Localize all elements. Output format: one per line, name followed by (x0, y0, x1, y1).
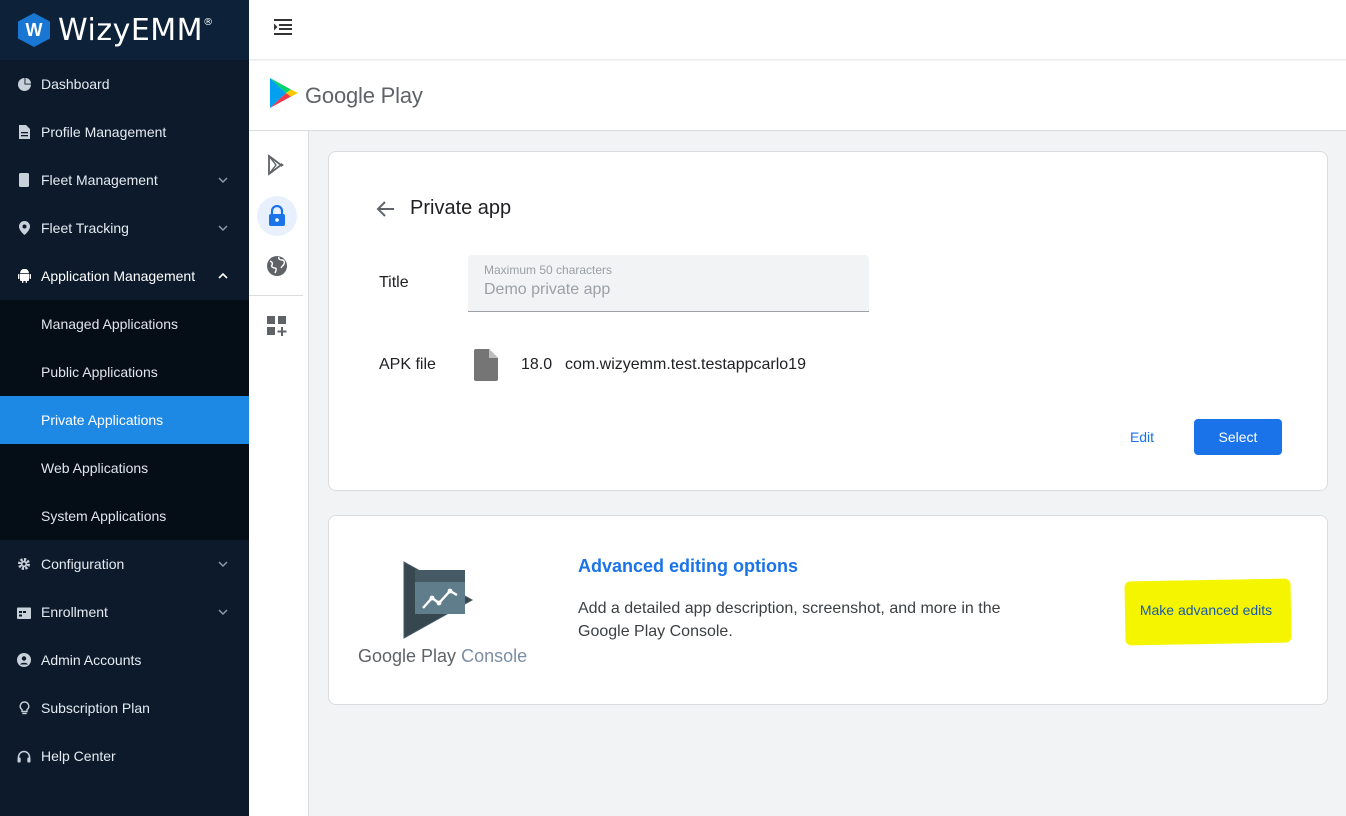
add-widget-icon[interactable] (257, 306, 297, 346)
chevron-down-icon (217, 173, 231, 187)
title-input-value: Demo private app (484, 281, 611, 298)
sidebar-item-label: Admin Accounts (41, 652, 142, 668)
google-play-title: Google Play (305, 82, 423, 108)
apk-version: 18.0 (521, 356, 553, 373)
sidebar-item-dashboard[interactable]: Dashboard (0, 60, 249, 108)
sidebar-nav: Dashboard Profile Management Fleet Manag… (0, 60, 249, 780)
sidebar-item-configuration[interactable]: Configuration (0, 540, 249, 588)
globe-icon[interactable] (257, 246, 297, 286)
sidebar-item-label: Dashboard (41, 76, 110, 92)
private-app-card: Private app Title Maximum 50 characters … (328, 151, 1328, 491)
sidebar-item-managed-applications[interactable]: Managed Applications (0, 300, 249, 348)
menu-collapse-icon[interactable] (273, 18, 293, 38)
sidebar-item-fleet-management[interactable]: Fleet Management (0, 156, 249, 204)
private-app-heading: Private app (410, 197, 512, 219)
file-icon (474, 349, 498, 381)
google-play-console-wordmark: Google Play Console (358, 646, 527, 667)
advanced-editing-description: Add a detailed app description, screensh… (578, 600, 1001, 640)
sidebar-item-help-center[interactable]: Help Center (0, 732, 249, 780)
sidebar-item-system-applications[interactable]: System Applications (0, 492, 249, 540)
location-pin-icon (17, 221, 31, 235)
pie-chart-icon (17, 77, 31, 91)
google-play-header: Google Play (249, 61, 1346, 131)
make-advanced-edits-button[interactable]: Make advanced edits (1131, 596, 1281, 624)
sidebar-item-subscription-plan[interactable]: Subscription Plan (0, 684, 249, 732)
apk-package-name: com.wizyemm.test.testappcarlo19 (565, 356, 806, 373)
calendar-icon (17, 605, 31, 619)
chevron-down-icon (217, 605, 231, 619)
chevron-up-icon (217, 269, 231, 283)
brand-name: WizyEMM (58, 12, 204, 48)
sidebar-item-label: Subscription Plan (41, 700, 150, 716)
sidebar-item-public-applications[interactable]: Public Applications (0, 348, 249, 396)
chevron-down-icon (217, 221, 231, 235)
document-icon (17, 125, 31, 139)
android-icon (17, 269, 31, 283)
console-wordmark-part1: Google Play (358, 646, 457, 666)
sidebar-item-label: Fleet Management (41, 172, 158, 188)
title-label: Title (379, 274, 409, 291)
console-wordmark-part2: Console (461, 646, 528, 666)
sidebar-item-label: Profile Management (41, 124, 167, 140)
back-arrow-icon[interactable] (375, 198, 397, 220)
sidebar-item-application-management[interactable]: Application Management (0, 252, 249, 300)
play-store-icon[interactable] (257, 145, 297, 185)
chevron-down-icon (217, 557, 231, 571)
advanced-editing-title: Advanced editing options (578, 556, 799, 576)
sidebar-item-fleet-tracking[interactable]: Fleet Tracking (0, 204, 249, 252)
brand-hex-icon: W (18, 13, 50, 47)
sidebar-item-label: Application Management (41, 268, 196, 284)
brand-logo[interactable]: W WizyEMM® (0, 0, 249, 60)
device-icon (17, 173, 31, 187)
sidebar: W WizyEMM® Dashboard Profile Management … (0, 0, 249, 816)
sidebar-item-label: Configuration (41, 556, 125, 572)
headset-icon (17, 749, 31, 763)
play-side-rail (249, 131, 309, 816)
title-input-hint: Maximum 50 characters (484, 263, 613, 277)
sidebar-item-admin-accounts[interactable]: Admin Accounts (0, 636, 249, 684)
sidebar-item-label: Help Center (41, 748, 116, 764)
sidebar-item-profile-management[interactable]: Profile Management (0, 108, 249, 156)
rail-divider (249, 295, 303, 296)
edit-button[interactable]: Edit (1115, 422, 1169, 452)
sidebar-item-web-applications[interactable]: Web Applications (0, 444, 249, 492)
advanced-editing-card: Google Play Console Advanced editing opt… (328, 515, 1328, 705)
top-bar (249, 0, 1346, 60)
sidebar-item-private-applications[interactable]: Private Applications (0, 396, 249, 444)
sidebar-item-label: Fleet Tracking (41, 220, 129, 236)
lock-icon[interactable] (257, 196, 297, 236)
brand-registered-mark: ® (203, 16, 214, 28)
lightbulb-icon (17, 701, 31, 715)
select-button[interactable]: Select (1194, 419, 1282, 455)
sidebar-item-enrollment[interactable]: Enrollment (0, 588, 249, 636)
title-input[interactable]: Maximum 50 characters Demo private app (468, 255, 869, 312)
sidebar-item-label: Enrollment (41, 604, 108, 620)
apk-file-label: APK file (379, 356, 436, 373)
google-play-logo-icon (269, 77, 299, 114)
gear-icon (17, 557, 31, 571)
user-circle-icon (17, 653, 31, 667)
